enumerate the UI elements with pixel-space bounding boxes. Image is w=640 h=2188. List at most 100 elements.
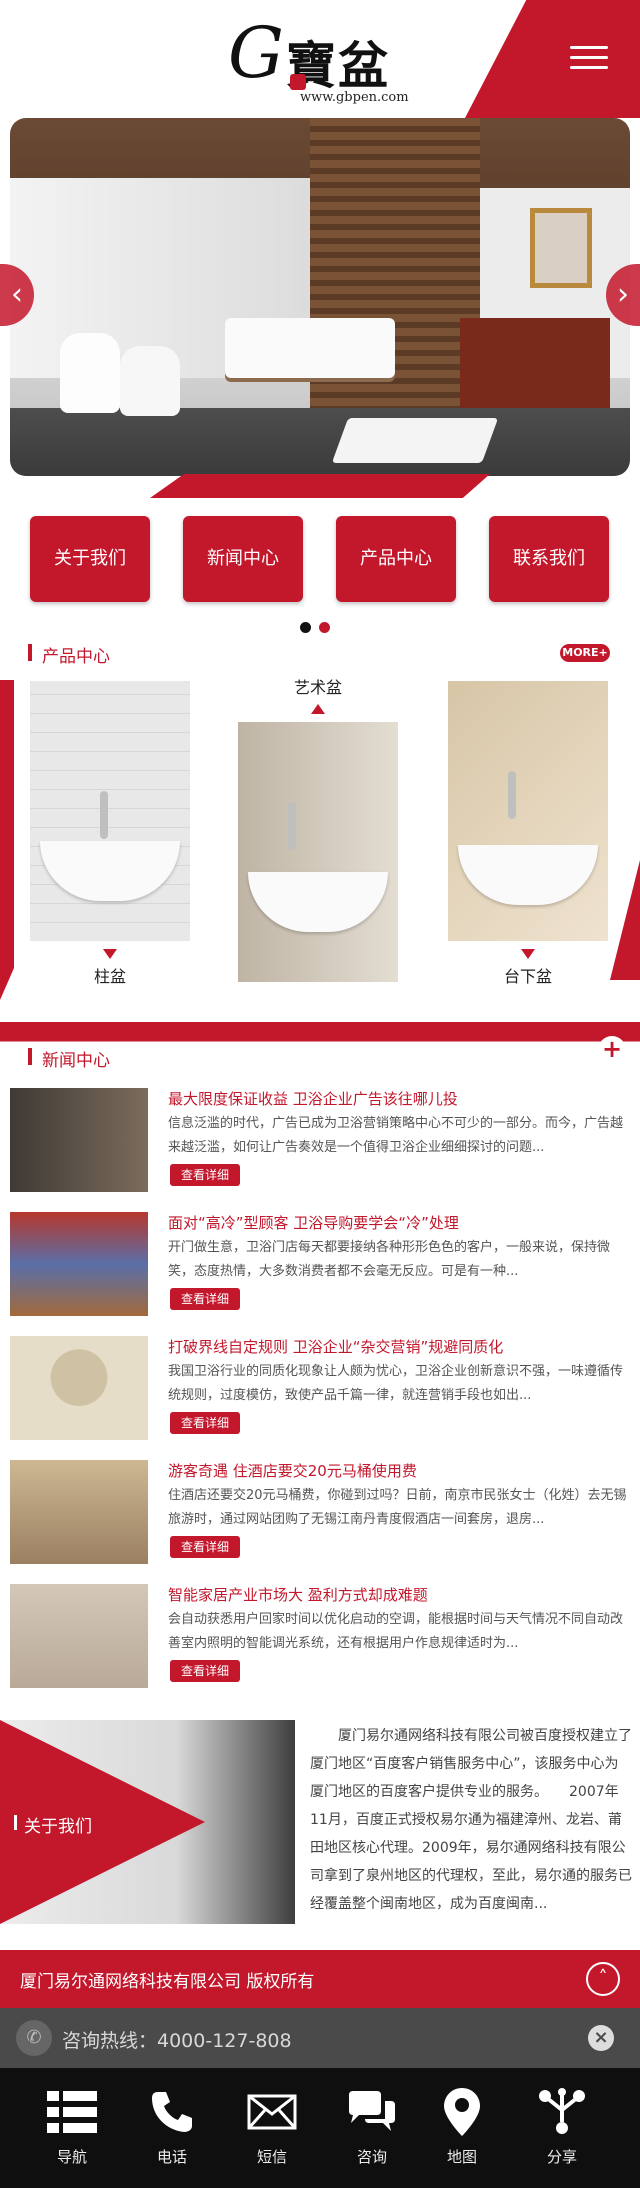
news-desc: 住酒店还要交20元马桶费，你碰到过吗？日前，南京市民张女士（化姓）去无锡旅游时，…	[168, 1488, 627, 1527]
hamburger-menu-icon[interactable]	[570, 46, 608, 76]
news-item[interactable]: 打破界线自定规则 卫浴企业“杂交营销”规避同质化 我国卫浴行业的同质化现象让人颇…	[10, 1336, 630, 1446]
sink-shape	[458, 845, 598, 905]
banner-cabinet	[460, 318, 610, 413]
page: G 寶盆 www.gbpen.com ‹ › 关于我们 新闻中心 产品中心 联系…	[0, 0, 640, 2188]
pager-dot-active[interactable]	[319, 622, 330, 633]
logo-seal	[290, 74, 306, 90]
banner-wood-wall	[310, 118, 480, 448]
news-desc: 信息泛滥的时代，广告已成为卫浴营销策略中心不可少的一部分。而今，广告越来越泛滥，…	[168, 1116, 624, 1155]
news-section-title: 新闻中心	[28, 1046, 110, 1071]
news-title[interactable]: 智能家居产业市场大 盈利方式却成难题	[168, 1584, 428, 1605]
red-diagonal-divider	[150, 474, 490, 498]
product-label: 艺术盆	[293, 678, 342, 697]
logo-url: www.gbpen.com	[300, 90, 409, 105]
quick-nav-news-button[interactable]: 新闻中心	[183, 516, 303, 602]
tab-sms[interactable]: 短信	[222, 2088, 322, 2167]
news-thumbnail	[10, 1584, 148, 1688]
sink-shape	[248, 872, 388, 932]
tab-chat[interactable]: 咨询	[322, 2088, 422, 2167]
tab-nav[interactable]: 导航	[22, 2088, 122, 2167]
quick-nav-contact-button[interactable]: 联系我们	[489, 516, 609, 602]
menu-line	[570, 66, 608, 69]
quick-nav-about-button[interactable]: 关于我们	[30, 516, 150, 602]
products-red-accent-right	[610, 860, 640, 980]
logo-g: G	[228, 12, 284, 94]
map-pin-icon	[412, 2088, 512, 2136]
tab-label: 短信	[256, 2148, 287, 2166]
news-item[interactable]: 游客奇遇 住酒店要交20元马桶使用费 住酒店还要交20元马桶费，你碰到过吗？日前…	[10, 1460, 630, 1570]
faucet-shape	[100, 791, 108, 839]
caret-down-icon	[521, 949, 535, 959]
products-more-button[interactable]: MORE+	[560, 644, 610, 662]
tab-phone[interactable]: 电话	[122, 2088, 222, 2167]
tab-label: 电话	[156, 2148, 187, 2166]
news-title[interactable]: 打破界线自定规则 卫浴企业“杂交营销”规避同质化	[168, 1336, 503, 1357]
news-item[interactable]: 最大限度保证收益 卫浴企业广告该往哪儿投 信息泛滥的时代，广告已成为卫浴营销策略…	[10, 1088, 630, 1198]
grid-list-icon	[22, 2088, 122, 2136]
news-detail-button[interactable]: 查看详细	[170, 1660, 240, 1682]
quick-nav: 关于我们 新闻中心 产品中心 联系我们	[30, 516, 610, 604]
hotline-bar[interactable]: ✆ 咨询热线：4000-127-808 ×	[0, 2008, 640, 2068]
banner-rug	[331, 418, 499, 463]
envelope-icon	[222, 2088, 322, 2136]
news-detail-button[interactable]: 查看详细	[170, 1288, 240, 1310]
close-icon[interactable]: ×	[588, 2025, 614, 2051]
product-label: 柱盆	[93, 967, 126, 986]
products-red-accent-left	[0, 680, 14, 1000]
banner-mirror	[530, 208, 592, 288]
footer: 厦门易尔通网络科技有限公司 版权所有 ˄	[0, 1950, 640, 2008]
banner-floor	[10, 408, 630, 476]
tab-map[interactable]: 地图	[412, 2088, 512, 2167]
news-detail-button[interactable]: 查看详细	[170, 1536, 240, 1558]
tab-label: 咨询	[356, 2148, 387, 2166]
hotline-text[interactable]: 咨询热线：4000-127-808	[62, 2026, 292, 2053]
chat-bubbles-icon	[322, 2088, 422, 2136]
news-thumbnail	[10, 1212, 148, 1316]
product-card[interactable]: 台下盆	[448, 681, 608, 987]
caret-up-icon	[311, 704, 325, 714]
pager-dot[interactable]	[300, 622, 311, 633]
product-card[interactable]: 艺术盆	[238, 674, 398, 982]
share-icon	[512, 2088, 612, 2136]
tab-label: 导航	[56, 2148, 87, 2166]
phone-icon	[122, 2088, 222, 2136]
faucet-shape	[288, 802, 296, 850]
tab-label: 地图	[446, 2148, 477, 2166]
news-desc: 我国卫浴行业的同质化现象让人颇为忧心，卫浴企业创新意识不强，一味遵循传统规则，过…	[168, 1364, 624, 1403]
tab-label: 分享	[546, 2148, 577, 2166]
news-thumbnail	[10, 1088, 148, 1192]
about-text: 厦门易尔通网络科技有限公司被百度授权建立了厦门地区“百度客户销售服务中心”，该服…	[310, 1728, 632, 1912]
back-to-top-chevron-up-icon[interactable]: ˄	[586, 1962, 620, 1996]
banner-toilet	[60, 333, 120, 413]
tab-share[interactable]: 分享	[512, 2088, 612, 2167]
news-item[interactable]: 智能家居产业市场大 盈利方式却成难题 会自动获悉用户回家时间以优化启动的空调，能…	[10, 1584, 630, 1694]
caret-down-icon	[103, 949, 117, 959]
quick-nav-products-button[interactable]: 产品中心	[336, 516, 456, 602]
menu-line	[570, 46, 608, 49]
about-section-title[interactable]: 关于我们	[14, 1812, 92, 1837]
news-title[interactable]: 面对“高冷”型顾客 卫浴导购要学会“冷”处理	[168, 1212, 459, 1233]
faucet-shape	[508, 771, 516, 819]
product-image	[30, 681, 190, 941]
news-desc: 开门做生意，卫浴门店每天都要接纳各种形形色色的客户，一般来说，保持微笑，态度热情…	[168, 1240, 611, 1279]
products-section-title: 产品中心	[28, 642, 110, 667]
banner-slider[interactable]	[10, 118, 630, 476]
product-card[interactable]: 柱盆	[30, 681, 190, 987]
bottom-tabbar: 导航 电话 短信 咨询 地图 分享	[0, 2068, 640, 2188]
news-desc: 会自动获悉用户回家时间以优化启动的空调，能根据时间与天气情况不同自动改善室内照明…	[168, 1612, 624, 1651]
header: G 寶盆 www.gbpen.com	[0, 0, 640, 118]
header-red-accent	[465, 0, 640, 118]
menu-line	[570, 56, 608, 59]
news-thumbnail	[10, 1336, 148, 1440]
phone-icon: ✆	[16, 2020, 52, 2056]
sink-shape	[40, 841, 180, 901]
product-image	[238, 722, 398, 982]
banner-bathtub	[225, 318, 395, 378]
news-more-plus-icon[interactable]: +	[598, 1036, 626, 1064]
news-title[interactable]: 游客奇遇 住酒店要交20元马桶使用费	[168, 1460, 417, 1481]
logo[interactable]: G 寶盆 www.gbpen.com	[228, 18, 428, 110]
news-detail-button[interactable]: 查看详细	[170, 1164, 240, 1186]
news-title[interactable]: 最大限度保证收益 卫浴企业广告该往哪儿投	[168, 1088, 458, 1109]
news-item[interactable]: 面对“高冷”型顾客 卫浴导购要学会“冷”处理 开门做生意，卫浴门店每天都要接纳各…	[10, 1212, 630, 1322]
news-detail-button[interactable]: 查看详细	[170, 1412, 240, 1434]
